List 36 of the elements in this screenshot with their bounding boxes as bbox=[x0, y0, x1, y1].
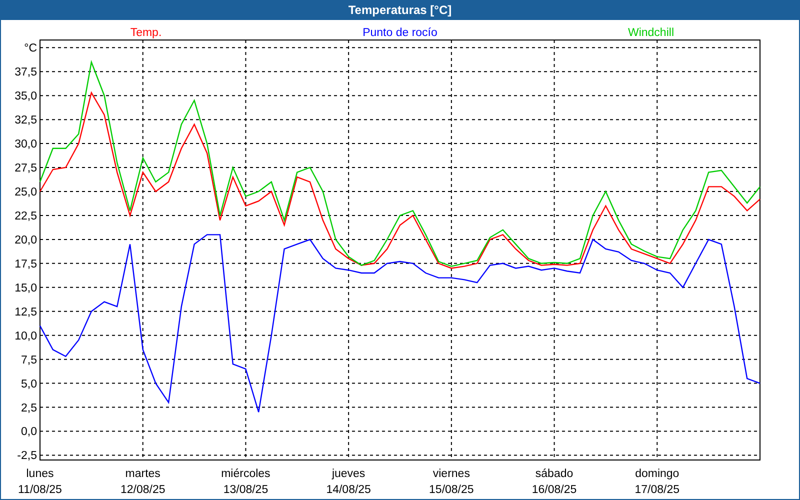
y-axis-label: 7,5 bbox=[21, 354, 37, 366]
x-axis-label: martes bbox=[125, 468, 160, 480]
x-axis-label: viernes bbox=[432, 468, 470, 480]
y-axis-label: 2,5 bbox=[21, 402, 37, 414]
window-title: Temperaturas [°C] bbox=[348, 3, 452, 17]
y-axis-label: 25,0 bbox=[14, 186, 37, 198]
legend-label: Temp. bbox=[130, 27, 162, 39]
y-axis-label: -2,5 bbox=[17, 450, 37, 462]
y-axis-label: °C bbox=[24, 42, 37, 55]
y-axis-label: 0,0 bbox=[21, 426, 37, 438]
x-axis-label: domingo bbox=[635, 468, 680, 480]
x-axis-label: lunes bbox=[26, 468, 54, 480]
date-label: 15/08/25 bbox=[429, 484, 474, 496]
y-axis-label: 35,0 bbox=[14, 90, 37, 103]
y-axis-label: 5,0 bbox=[21, 378, 37, 390]
legend-label: Windchill bbox=[628, 27, 674, 39]
date-label: 17/08/25 bbox=[634, 484, 680, 496]
date-label: 13/08/25 bbox=[223, 484, 268, 496]
y-axis-label: 15,0 bbox=[14, 282, 37, 294]
y-axis-label: 27,5 bbox=[14, 162, 37, 175]
y-axis-label: 32,5 bbox=[14, 114, 37, 127]
y-axis-label: 30,0 bbox=[14, 138, 37, 151]
legend-label: Punto de rocío bbox=[362, 27, 438, 39]
date-label: 14/08/25 bbox=[326, 484, 371, 496]
y-axis-label: 12,5 bbox=[14, 306, 37, 318]
date-label: 16/08/25 bbox=[532, 484, 577, 496]
y-axis-label: 22,5 bbox=[14, 210, 37, 222]
y-axis-label: 17,5 bbox=[14, 258, 37, 270]
date-label: 12/08/25 bbox=[120, 484, 166, 496]
x-axis-label: jueves bbox=[332, 468, 366, 480]
y-axis-label: 20,0 bbox=[14, 234, 37, 246]
x-axis-label: miércoles bbox=[221, 468, 270, 480]
x-axis-label: sábado bbox=[535, 468, 574, 480]
date-label: 11/08/25 bbox=[18, 484, 62, 496]
y-axis-label: 10,0 bbox=[14, 330, 37, 342]
y-axis-label: 37,5 bbox=[14, 66, 37, 79]
